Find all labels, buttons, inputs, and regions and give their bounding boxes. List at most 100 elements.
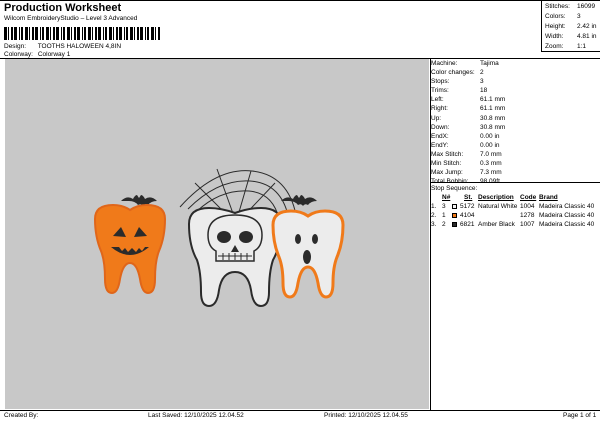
thread-color-swatch [452, 204, 457, 209]
stats-panel: Stitches: 16099 Colors: 3 Height: 2.42 in W… [542, 2, 600, 52]
skull-eye-left [217, 231, 231, 243]
machine-info-key: Down: [431, 123, 450, 131]
machine-info-row: Up: 30.8 mm [431, 114, 600, 123]
machine-info-key: Trims: [431, 87, 449, 95]
col-description: Description [478, 194, 514, 201]
machine-info-row: Left: 61.1 mm [431, 95, 600, 104]
stat-stitches: Stitches: 16099 [545, 3, 596, 10]
stitch-count: 5172 [460, 203, 475, 210]
machine-info-key: Max Stitch: [431, 150, 464, 158]
skull-tooth [187, 206, 283, 308]
col-n: N# [442, 194, 451, 201]
stitch-count: 4104 [460, 212, 475, 219]
machine-info-row: EndY: 0.00 in [431, 141, 600, 150]
top-border [0, 0, 600, 1]
stop-sequence-row: 1. 3 5172 Natural White 1004 Madeira Classic … [431, 202, 600, 211]
machine-info-key: Color changes: [431, 69, 475, 77]
machine-info-key: Min Stitch: [431, 160, 462, 168]
machine-info-value: 7.0 mm [480, 150, 502, 158]
thread-brand: Madeira Classic 40 [539, 221, 595, 228]
barcode [4, 27, 160, 40]
machine-info-key: Right: [431, 105, 448, 113]
needle-number: 1 [442, 212, 446, 219]
stop-sequence-title: Stop Sequence: [431, 185, 478, 192]
design-preview [5, 59, 429, 409]
needle-number: 3 [442, 203, 446, 210]
ghost-eye-left [295, 234, 301, 244]
pumpkin-tooth [93, 203, 167, 295]
machine-info-value: 7.3 mm [480, 169, 502, 177]
col-code: Code [520, 194, 537, 201]
stop-number: 3. [431, 221, 437, 228]
thread-color-swatch [452, 222, 457, 227]
machine-info-value: 3 [480, 78, 484, 86]
colorway-label: Colorway: [4, 51, 33, 58]
stop-number: 2. [431, 212, 437, 219]
stitch-count: 6821 [460, 221, 475, 228]
machine-info-row: Min Stitch: 0.3 mm [431, 159, 600, 168]
stop-sequence-row: 2. 1 4104 1278 Madeira Classic 40 [431, 211, 600, 220]
colorway-row: Colorway: Colorway 1 [4, 51, 70, 58]
stop-sequence-panel: Stop Sequence: N# St. Description Code B… [431, 184, 600, 229]
machine-info-panel: Machine: Tajima Color changes: 2 Stops: 3 Trim… [431, 59, 600, 186]
machine-info-row: Trims: 18 [431, 86, 600, 95]
stop-sequence-rows: 1. 3 5172 Natural White 1004 Madeira Classic … [431, 202, 600, 229]
machine-info-key: EndX: [431, 132, 449, 140]
machine-info-key: Left: [431, 96, 444, 104]
created-by: Created By: [4, 412, 39, 419]
thread-code: 1278 [520, 212, 535, 219]
stat-width: Width: 4.81 in [545, 33, 597, 40]
stop-sequence-header: N# St. Description Code Brand [431, 193, 600, 202]
machine-info-row: Right: 61.1 mm [431, 104, 600, 113]
machine-info-row: Machine: Tajima [431, 59, 600, 68]
skull-teeth [218, 253, 252, 260]
thread-description: Natural White [478, 203, 518, 210]
machine-info-key: EndY: [431, 141, 449, 149]
design-row: Design: TOOTHS HALOWEEN 4,8IN [4, 43, 121, 50]
page-title: Production Worksheet [4, 2, 122, 14]
machine-info-row: EndX: 0.00 in [431, 132, 600, 141]
stat-zoom: Zoom: 1:1 [545, 43, 587, 50]
col-brand: Brand [539, 194, 558, 201]
machine-info-value: 18 [480, 87, 488, 95]
stat-height: Height: 2.42 in [545, 23, 597, 30]
page-number: Page 1 of 1 [563, 412, 597, 419]
machine-info-value: 0.00 in [480, 132, 500, 140]
needle-number: 2 [442, 221, 446, 228]
last-saved: Last Saved: 12/10/2025 12.04.52 [148, 412, 244, 419]
machine-info-value: Tajima [480, 60, 499, 67]
machine-info-row: Color changes: 2 [431, 68, 600, 77]
stop-sequence-row: 3. 2 6821 Amber Black 1007 Madeira Classic 40 [431, 220, 600, 229]
machine-info-key: Up: [431, 114, 442, 122]
footer-top-border [0, 410, 600, 411]
thread-code: 1007 [520, 221, 535, 228]
machine-info-value: 0.3 mm [480, 160, 502, 168]
thread-brand: Madeira Classic 40 [539, 203, 595, 210]
stat-colors: Colors: 3 [545, 13, 581, 20]
colorway-value: Colorway 1 [37, 51, 71, 58]
thread-description: Amber Black [478, 221, 515, 228]
machine-info-row: Max Jump: 7.3 mm [431, 168, 600, 177]
thread-code: 1004 [520, 203, 535, 210]
embroidery-artwork [93, 168, 345, 308]
ghost-tooth [271, 209, 345, 299]
machine-info-key: Machine: [431, 60, 458, 67]
machine-info-row: Down: 30.8 mm [431, 123, 600, 132]
software-subtitle: Wilcom EmbroideryStudio – Level 3 Advanc… [4, 15, 138, 22]
design-label: Design: [4, 43, 27, 50]
thread-color-swatch [452, 213, 457, 218]
machine-info-value: 0.00 in [480, 141, 500, 149]
ghost-eye-right [312, 234, 318, 244]
printed-date: Printed: 12/10/2025 12.04.55 [324, 412, 408, 419]
machine-info-row: Stops: 3 [431, 77, 600, 86]
bat-right-icon [281, 195, 317, 206]
skull-eye-right [239, 231, 253, 243]
stop-number: 1. [431, 203, 437, 210]
machine-info-value: 30.8 mm [480, 123, 506, 131]
design-value: TOOTHS HALOWEEN 4,8IN [37, 43, 122, 50]
machine-info-value: 61.1 mm [480, 96, 506, 104]
machine-info-value: 2 [480, 69, 484, 77]
machine-info-row: Max Stitch: 7.0 mm [431, 150, 600, 159]
machine-info-value: 30.8 mm [480, 114, 506, 122]
col-stitches: St. [464, 194, 473, 201]
